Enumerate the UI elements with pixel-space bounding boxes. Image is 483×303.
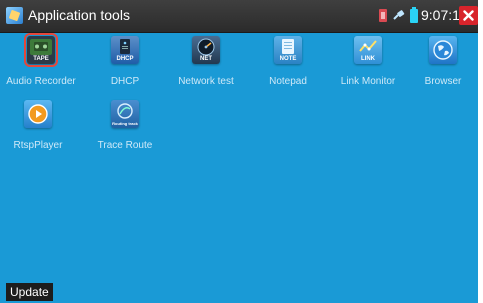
app-link-monitor[interactable]: LINK Link Monitor: [327, 36, 409, 98]
window-title: Application tools: [28, 7, 130, 23]
note-tile-text: NOTE: [279, 56, 297, 62]
app-label: Trace Route: [97, 140, 153, 151]
app-network-test[interactable]: NET Network test: [165, 36, 247, 98]
tape-tile-text: TAPE: [33, 56, 49, 62]
trace-tile-text: Routing track: [112, 121, 138, 126]
app-label: Browser: [424, 76, 462, 87]
notepad-icon: NOTE: [274, 36, 302, 64]
browser-globe-icon: [429, 36, 457, 64]
sd-card-icon: [379, 9, 387, 22]
desktop: Application tools 9:07:17 TAPE Audio Rec…: [0, 0, 478, 303]
app-rtsp-player[interactable]: RtspPlayer: [0, 100, 79, 162]
app-tools-icon: [6, 7, 23, 24]
dhcp-icon: DHCP: [111, 36, 139, 64]
app-label: DHCP: [110, 76, 140, 87]
trace-route-icon: Routing track: [111, 100, 139, 128]
close-button[interactable]: [459, 6, 478, 25]
close-icon: [463, 10, 474, 21]
update-button[interactable]: Update: [6, 283, 53, 301]
title-bar: Application tools 9:07:17: [0, 0, 478, 33]
net-tile-text: NET: [200, 56, 212, 62]
app-label: RtspPlayer: [13, 140, 63, 151]
app-trace-route[interactable]: Routing track Trace Route: [84, 100, 166, 162]
app-label: Network test: [178, 76, 234, 87]
play-icon: [24, 100, 52, 128]
app-notepad[interactable]: NOTE Notepad: [247, 36, 329, 98]
dhcp-tile-text: DHCP: [116, 56, 134, 62]
gauge-icon: NET: [192, 36, 220, 64]
app-label: Link Monitor: [340, 76, 396, 87]
plug-icon: [393, 10, 405, 20]
tape-icon: TAPE: [24, 33, 58, 67]
app-browser[interactable]: Browser: [402, 36, 478, 98]
link-tile-text: LINK: [361, 56, 375, 62]
app-label: Audio Recorder: [6, 76, 76, 87]
battery-icon: [410, 7, 418, 23]
link-icon: LINK: [354, 36, 382, 64]
app-audio-recorder[interactable]: TAPE Audio Recorder: [0, 33, 82, 98]
app-dhcp[interactable]: DHCP DHCP: [84, 36, 166, 98]
app-label: Notepad: [269, 76, 307, 87]
